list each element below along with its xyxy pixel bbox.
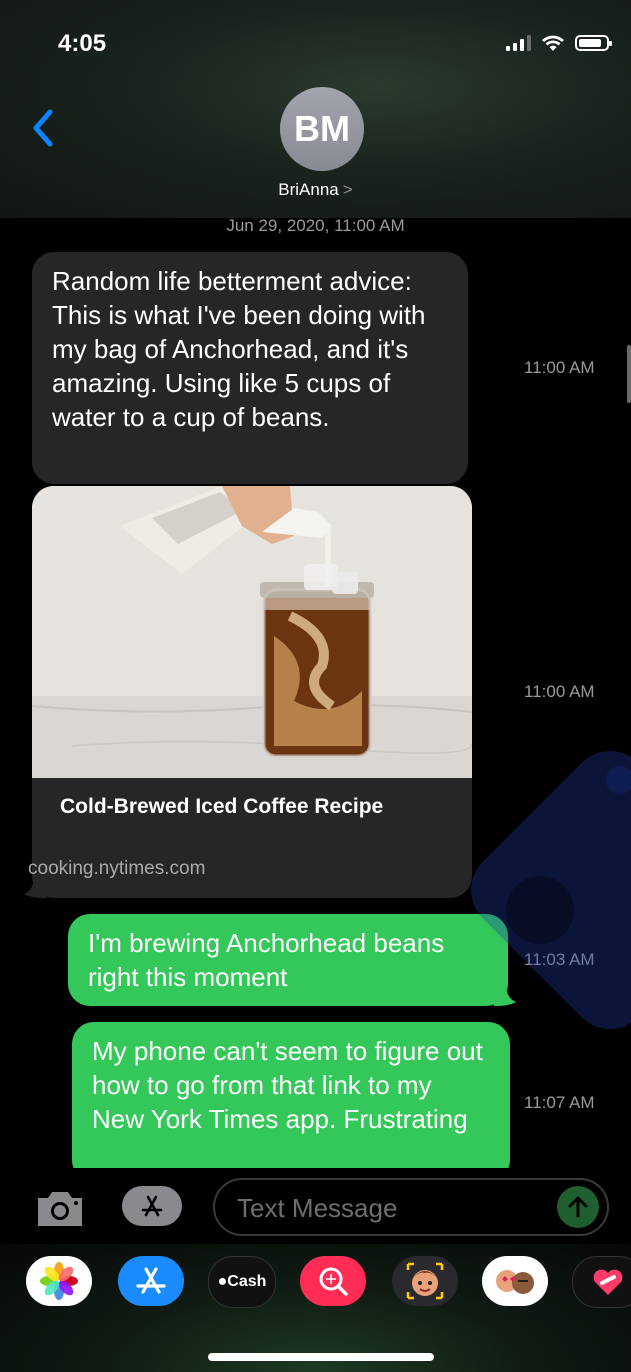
camera-icon[interactable] xyxy=(34,1188,86,1228)
message-text: Random life betterment advice: This is w… xyxy=(52,266,426,432)
message-timestamp: 11:07 AM xyxy=(524,1093,595,1112)
message-input-placeholder: Text Message xyxy=(237,1193,398,1223)
app-store-app-button[interactable] xyxy=(118,1256,184,1306)
photos-icon xyxy=(40,1262,78,1300)
contact-avatar[interactable]: BM xyxy=(280,87,364,171)
photos-app-button[interactable] xyxy=(26,1256,92,1306)
link-title: Cold-Brewed Iced Coffee Recipe xyxy=(60,795,384,818)
arrow-up-icon xyxy=(568,1196,588,1218)
message-text: I'm brewing Anchorhead beans right this … xyxy=(88,928,445,992)
contact-name: BriAnna xyxy=(278,180,339,199)
memoji-stickers-app-button[interactable] xyxy=(482,1256,548,1306)
digital-touch-app-button[interactable] xyxy=(572,1256,631,1308)
digital-touch-icon xyxy=(593,1269,623,1295)
conversation-date: Jun 29, 2020, 11:00 AM xyxy=(226,216,405,235)
battery-icon xyxy=(575,35,612,51)
watermark-logo-icon xyxy=(471,751,631,1029)
status-time: 4:05 xyxy=(58,30,107,57)
back-chevron-icon[interactable] xyxy=(30,108,56,148)
apple-cash-icon: ●Cash xyxy=(217,1273,267,1290)
status-icons xyxy=(506,34,612,52)
scrollbar[interactable] xyxy=(627,345,631,403)
image-search-app-button[interactable] xyxy=(300,1256,366,1306)
link-domain: cooking.nytimes.com xyxy=(28,858,206,879)
link-preview-card[interactable]: Cold-Brewed Iced Coffee Recipe xyxy=(32,486,472,898)
received-message[interactable]: Random life betterment advice: This is w… xyxy=(32,252,468,484)
message-timestamp: 11:00 AM xyxy=(524,358,595,377)
message-text: My phone can't seem to figure out how to… xyxy=(92,1036,483,1134)
wifi-icon xyxy=(542,35,564,51)
search-images-icon xyxy=(319,1267,348,1296)
memoji-app-button[interactable] xyxy=(392,1256,458,1306)
apple-cash-app-button[interactable]: ●Cash xyxy=(208,1256,276,1308)
app-store-icon xyxy=(136,1267,166,1294)
chevron-right-icon: > xyxy=(342,180,353,199)
message-input[interactable]: Text Message xyxy=(213,1178,609,1236)
memoji-icon xyxy=(406,1262,444,1300)
memoji-stickers-icon xyxy=(496,1270,534,1294)
home-indicator[interactable] xyxy=(208,1353,434,1361)
contact-name-button[interactable]: BriAnna > xyxy=(0,180,631,200)
coffee-image xyxy=(32,486,472,778)
cellular-signal-icon xyxy=(506,35,531,51)
app-store-icon xyxy=(141,1195,163,1217)
sent-message[interactable]: My phone can't seem to figure out how to… xyxy=(72,1022,510,1182)
app-store-button[interactable] xyxy=(122,1186,182,1226)
apple-cash-label: Cash xyxy=(227,1273,267,1290)
iced-coffee-illustration xyxy=(32,486,472,778)
received-bubble-tail-icon xyxy=(24,876,46,898)
avatar-initials: BM xyxy=(294,108,350,149)
message-timestamp: 11:00 AM xyxy=(524,682,595,701)
send-button[interactable] xyxy=(557,1186,599,1228)
